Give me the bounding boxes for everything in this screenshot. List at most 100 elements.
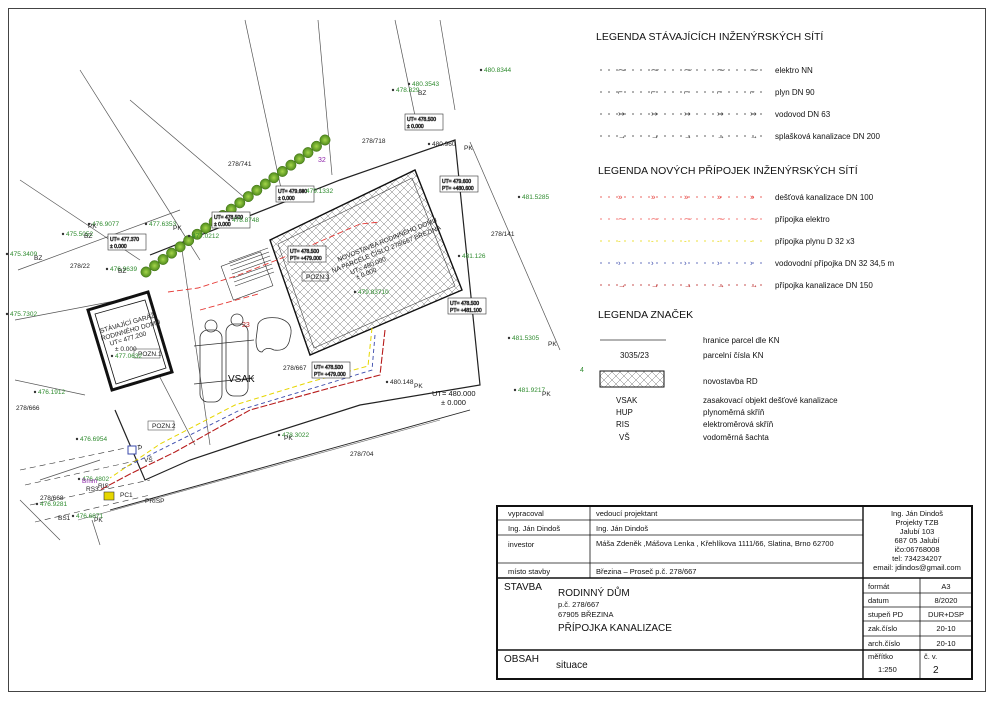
ut-tag-ut: UT= 478.500 xyxy=(290,249,319,255)
legend-symbol-code: VSAK xyxy=(616,396,638,405)
tb-scale: 1:250 xyxy=(878,665,897,674)
ut-tag-ut: UT= 478.500 xyxy=(407,117,436,123)
number-4: 4 xyxy=(580,367,584,374)
pozn-3-label: POZN.3 xyxy=(306,274,330,281)
tree-icon xyxy=(276,165,288,177)
elevation-label: 481.5285 xyxy=(522,194,549,201)
legend-label: vodovodní přípojka DN 32 34,5 m xyxy=(775,259,895,268)
mini-code: PC1 xyxy=(120,492,133,499)
legend-glyph: › xyxy=(750,259,753,268)
legend-glyph: » xyxy=(750,193,755,202)
tb-field-value: 8/2020 xyxy=(935,596,958,605)
elevation-label: 480.960 xyxy=(432,141,456,148)
elevation-label: 479.1332 xyxy=(306,188,333,195)
title-block-text: vypracoval vedoucí projektant Ing. Ján D… xyxy=(504,509,964,676)
tree-icon xyxy=(293,153,305,165)
mini-code: Bmm xyxy=(82,478,97,485)
legend-glyph: ↣ xyxy=(618,110,625,119)
tb-company-line: Ing. Ján Dindoš xyxy=(891,509,943,518)
tree-icon xyxy=(140,266,152,278)
elevation-label: 480.3543 xyxy=(412,81,439,88)
new-house-symbol xyxy=(599,370,665,388)
tree-icon xyxy=(149,260,160,272)
elevation-point-marker xyxy=(77,477,81,481)
elevation-point-marker xyxy=(507,336,511,340)
legend-glyph: ⌐ xyxy=(651,88,656,97)
legend-glyph: ↣ xyxy=(684,110,691,119)
elevation-label: 478.829 xyxy=(396,87,420,94)
ut-tag-pt: PT= +479.000 xyxy=(290,256,322,262)
site-plan-svg: UT= 478.500± 0.000UT= 477.370± 0.000UT= … xyxy=(5,19,973,680)
point-code: PK xyxy=(173,225,182,232)
tb-company-line: email: jdindos@gmail.com xyxy=(873,563,961,572)
point-code: BZ xyxy=(84,233,92,240)
elevation-point-marker xyxy=(144,222,148,226)
legend-symbol-code: 3035/23 xyxy=(620,351,649,360)
legend-row: ⁓ ⁓ ⁓ ⁓ ⁓ přípojka elektro xyxy=(600,215,830,224)
elevation-label: 475.7302 xyxy=(10,311,37,318)
ut-tag-pt: ± 0.000 xyxy=(110,244,127,250)
legend-row: ⁓ ⁓ ⁓ ⁓ ⁓ elektro NN xyxy=(600,66,813,75)
stairs xyxy=(220,247,275,301)
tree-icon xyxy=(157,253,169,265)
legend-glyph: ⌐ xyxy=(717,88,722,97)
legend-glyph: → xyxy=(750,132,758,141)
legend-symbol-code: RIS xyxy=(616,420,629,429)
legend-label: přípojka kanalizace DN 150 xyxy=(775,281,873,290)
tb-field-label: datum xyxy=(868,596,889,605)
number-32: 32 xyxy=(318,157,326,164)
tree-icon xyxy=(234,197,246,209)
legend-glyph: → xyxy=(717,132,725,141)
elevation-point-marker xyxy=(353,290,357,294)
legend-glyph: › xyxy=(618,259,621,268)
ut-tag: UT= 478.500± 0.000 xyxy=(404,113,444,131)
main-ut-label: UT= 480.000 xyxy=(432,389,476,398)
elevation-point-marker xyxy=(479,68,483,72)
garden-pond xyxy=(255,317,292,353)
tb-field-value: A3 xyxy=(941,582,950,591)
elevation-point-marker xyxy=(33,390,37,394)
legend-glyph: ⌐ xyxy=(618,88,623,97)
legend-glyph: ⁓ xyxy=(750,215,758,224)
parcel-number: 278/718 xyxy=(362,138,386,145)
tb-vypracoval-label: vypracoval xyxy=(508,509,544,518)
legend-row: › › › › › vodovodní přípojka DN 32 34,5 m xyxy=(600,259,895,268)
legend-existing: LEGENDA STÁVAJÍCÍCH INŽENÝRSKÝCH SÍTÍ ⁓ ⁓… xyxy=(596,30,880,141)
tb-field-label: zak.číslo xyxy=(868,624,897,633)
legend-glyph: ⁓ xyxy=(651,215,659,224)
legend-label: přípojka plynu D 32 x3 xyxy=(775,237,855,246)
water-meter-label: VŠ xyxy=(144,455,153,464)
point-code: PK xyxy=(542,391,551,398)
legend-glyph: → xyxy=(717,281,725,290)
ut-tag-pt: PT= +480.600 xyxy=(442,186,474,192)
legend-label: přípojka elektro xyxy=(775,215,830,224)
elevation-label: 476.1912 xyxy=(38,389,65,396)
legend-glyph: ⌐ xyxy=(750,88,755,97)
legend-glyph: » xyxy=(618,193,623,202)
legend-glyph: → xyxy=(651,132,659,141)
elevation-point-marker xyxy=(35,502,39,506)
point-code: PK xyxy=(464,145,473,152)
legend-label: dešťová kanalizace DN 100 xyxy=(775,193,874,202)
legend-glyph: ⌐ xyxy=(684,88,689,97)
elevation-label: 476.6954 xyxy=(80,436,107,443)
legend-glyph: ⁓ xyxy=(717,215,725,224)
elevation-point-marker xyxy=(71,514,75,518)
tb-investor-label: investor xyxy=(508,540,535,549)
tb-company-line: ičo:06768008 xyxy=(894,545,939,554)
elevation-label: 480.148 xyxy=(390,379,414,386)
tb-company-line: Jalubí 103 xyxy=(900,527,935,536)
tb-field-value: 20-10 xyxy=(936,624,955,633)
legend-new: LEGENDA NOVÝCH PŘÍPOJEK INŽENÝRSKÝCH SÍT… xyxy=(598,164,895,290)
legend-glyph: › xyxy=(651,259,654,268)
legend-glyph: ⁓ xyxy=(750,66,758,75)
legend-glyph: » xyxy=(684,193,689,202)
legend-glyph: ↣ xyxy=(750,110,757,119)
prisp-label: PRISP xyxy=(145,498,165,505)
legend-label: splašková kanalizace DN 200 xyxy=(775,132,880,141)
parcel-number: 278/141 xyxy=(491,231,515,238)
legend-glyph: → xyxy=(651,281,659,290)
ut-tag-pt: PT= +479.000 xyxy=(314,372,346,378)
legend-glyph: - xyxy=(618,237,621,246)
legend-symbol-label: hranice parcel dle KN xyxy=(703,336,780,345)
